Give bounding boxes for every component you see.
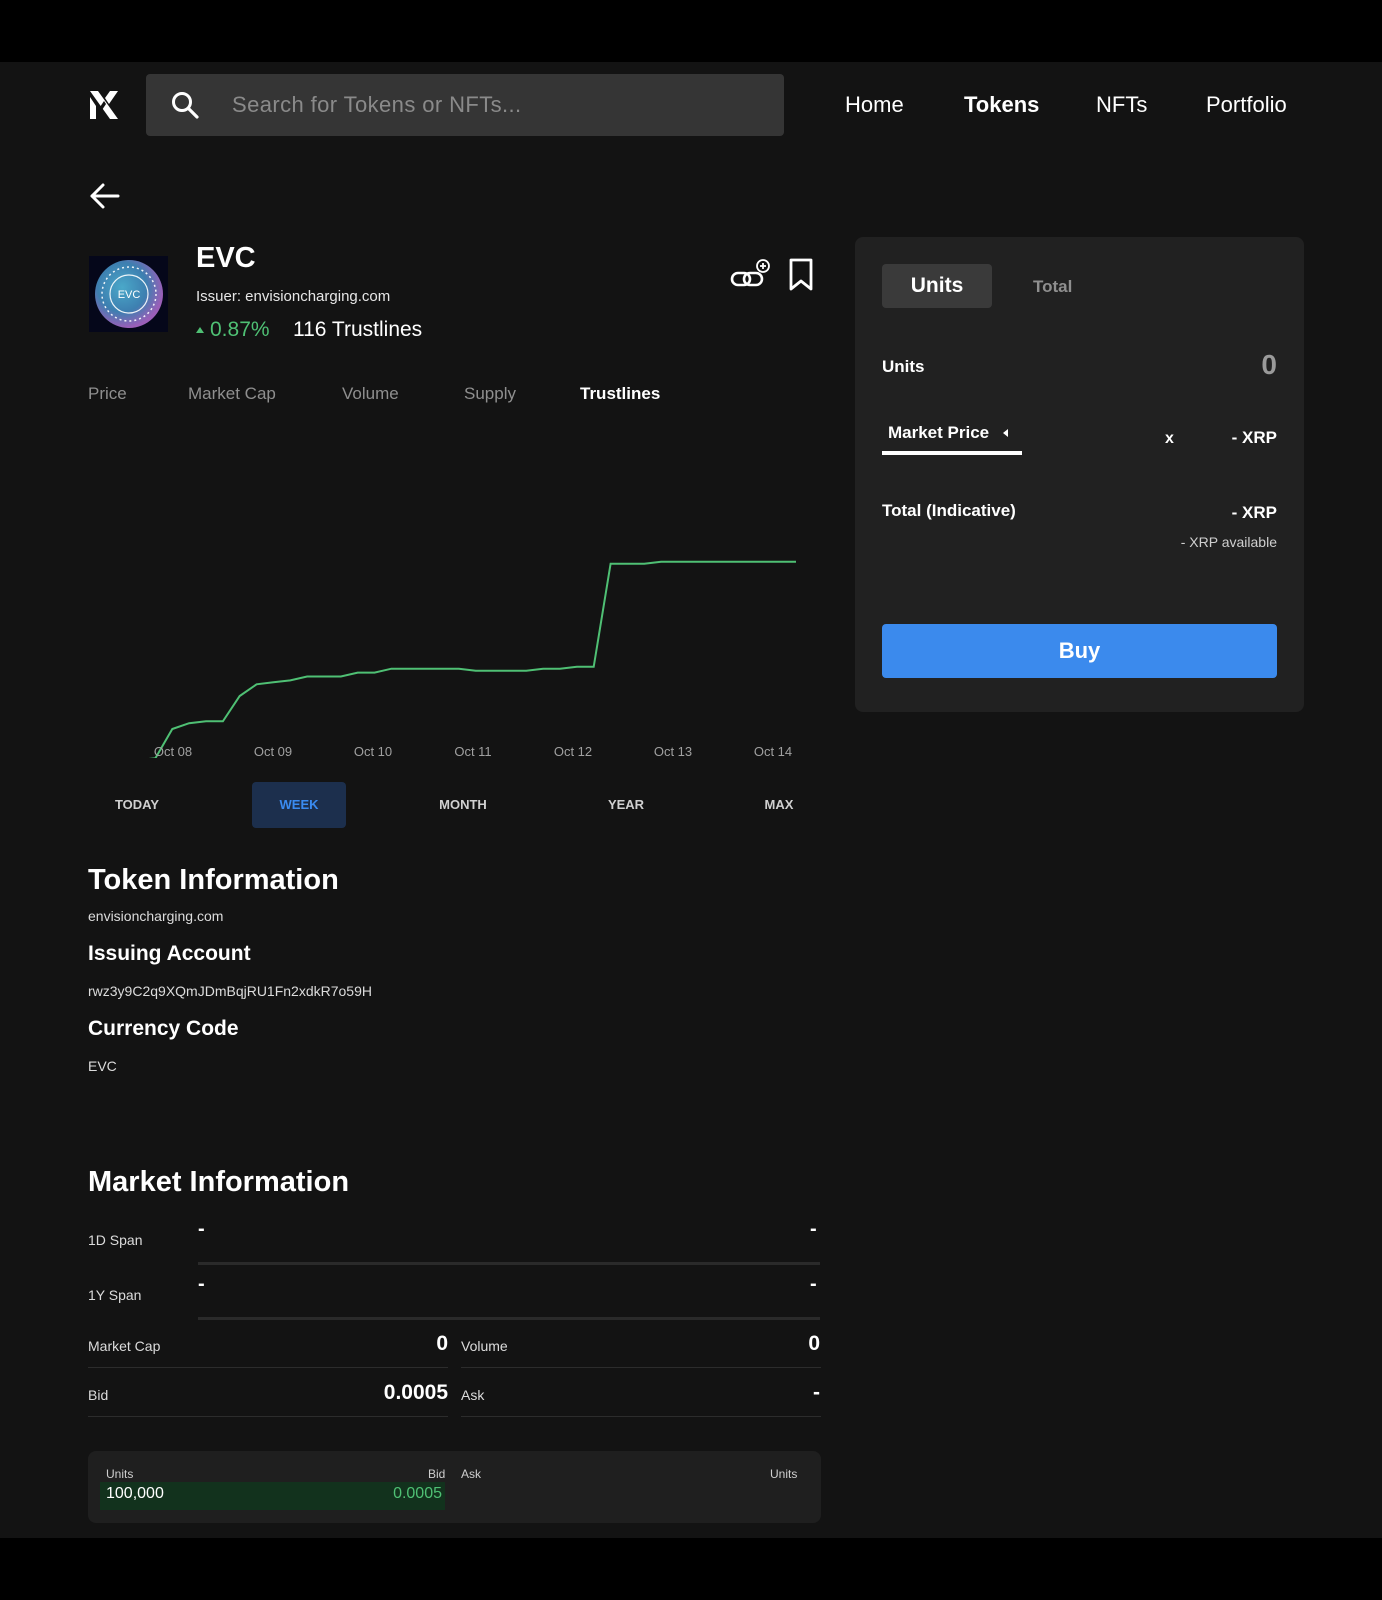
app-window: Home Tokens NFTs Portfolio EVC EVC Issue… — [0, 62, 1382, 1538]
market-price-label: Market Price — [888, 423, 990, 442]
multiply-sign: x — [1165, 430, 1174, 447]
range-max-button[interactable]: MAX — [752, 782, 806, 828]
units-label: Units — [882, 357, 925, 376]
ask-value: - — [813, 1381, 820, 1404]
logo-icon[interactable] — [88, 89, 120, 121]
caret-left-icon — [1003, 429, 1009, 437]
token-domain: envisioncharging.com — [88, 908, 224, 924]
nav-home[interactable]: Home — [845, 92, 904, 118]
x-tick-label: Oct 10 — [353, 744, 393, 759]
token-logo-text: EVC — [117, 289, 140, 301]
x-tick-label: Oct 08 — [153, 744, 193, 759]
range-today-button[interactable]: TODAY — [100, 782, 174, 828]
market-cap-label: Market Cap — [88, 1338, 161, 1354]
market-info-title: Market Information — [88, 1166, 350, 1198]
total-xrp: - XRP — [1231, 503, 1277, 522]
trustlines-chart — [148, 560, 796, 758]
span-1y-high: - — [810, 1273, 817, 1295]
search-icon — [172, 92, 199, 119]
tab-total[interactable]: Total — [1033, 277, 1072, 297]
order-book-ask-header: Ask — [461, 1467, 482, 1481]
divider — [461, 1416, 821, 1417]
span-1d-low: - — [198, 1218, 205, 1240]
search-input[interactable] — [232, 92, 752, 118]
volume-label: Volume — [461, 1338, 508, 1354]
x-tick-label: Oct 09 — [253, 744, 293, 759]
back-arrow-icon[interactable] — [88, 180, 120, 212]
nav-tokens[interactable]: Tokens — [964, 92, 1039, 118]
volume-value: 0 — [808, 1332, 820, 1355]
nav-nfts[interactable]: NFTs — [1096, 92, 1147, 118]
divider — [88, 1416, 448, 1417]
bookmark-icon[interactable] — [788, 258, 814, 292]
order-book-bid-header: Bid — [428, 1467, 446, 1481]
range-year-button[interactable]: YEAR — [596, 782, 656, 828]
tab-units[interactable]: Units — [882, 264, 992, 308]
xrp-available: - XRP available — [1180, 534, 1277, 550]
divider — [88, 1367, 448, 1368]
up-triangle-icon — [196, 327, 204, 333]
issuing-account-value: rwz3y9C2q9XQmJDmBqjRU1Fn2xdkR7o59H — [88, 983, 372, 999]
price-change: 0.87% — [196, 318, 270, 342]
span-1y-label: 1Y Span — [88, 1287, 142, 1303]
tab-price[interactable]: Price — [88, 384, 127, 404]
range-week-button[interactable]: WEEK — [252, 782, 346, 828]
order-book-units-header: Units — [106, 1467, 134, 1481]
issuing-account-label: Issuing Account — [88, 942, 251, 965]
currency-code-value: EVC — [88, 1058, 117, 1074]
nav-portfolio[interactable]: Portfolio — [1206, 92, 1287, 118]
x-tick-label: Oct 14 — [753, 744, 793, 759]
market-price-dropdown[interactable]: Market Price — [882, 423, 1022, 455]
add-link-icon[interactable] — [730, 258, 772, 294]
currency-code-label: Currency Code — [88, 1017, 239, 1040]
chart-series-line — [148, 560, 796, 758]
bid-label: Bid — [88, 1387, 109, 1403]
token-issuer: Issuer: envisioncharging.com — [196, 288, 391, 305]
order-book: Units Bid Ask Units 100,000 0.0005 — [88, 1451, 821, 1523]
tab-market-cap[interactable]: Market Cap — [188, 384, 276, 404]
price-xrp: - XRP — [1231, 428, 1277, 447]
tab-volume[interactable]: Volume — [342, 384, 399, 404]
price-change-value: 0.87% — [210, 318, 270, 341]
token-logo-icon: EVC — [94, 260, 163, 328]
span-1d-high: - — [810, 1218, 817, 1240]
ask-label: Ask — [461, 1387, 485, 1403]
buy-button[interactable]: Buy — [882, 624, 1277, 678]
trustlines-count: 116 Trustlines — [293, 318, 423, 341]
tab-supply[interactable]: Supply — [464, 384, 516, 404]
token-logo: EVC — [89, 256, 168, 332]
order-book-bid-units: 100,000 — [106, 1485, 164, 1502]
order-book-units-header-right: Units — [770, 1467, 798, 1481]
x-tick-label: Oct 11 — [454, 744, 492, 759]
span-1d-label: 1D Span — [88, 1232, 143, 1248]
token-info-title: Token Information — [88, 864, 339, 896]
range-month-button[interactable]: MONTH — [428, 782, 498, 828]
search-bar[interactable] — [146, 74, 784, 136]
tab-trustlines[interactable]: Trustlines — [580, 384, 660, 404]
order-panel: Units Total Units 0 Market Price x - XRP… — [855, 237, 1304, 712]
x-tick-label: Oct 12 — [553, 744, 593, 759]
divider — [461, 1367, 821, 1368]
span-1y-bar — [198, 1317, 820, 1320]
units-input[interactable]: 0 — [1261, 349, 1277, 381]
market-cap-value: 0 — [436, 1332, 448, 1355]
order-book-bid-price: 0.0005 — [393, 1485, 442, 1502]
span-1d-bar — [198, 1262, 820, 1265]
bid-value: 0.0005 — [383, 1381, 448, 1404]
token-name: EVC — [196, 242, 256, 274]
span-1y-low: - — [198, 1273, 205, 1295]
total-indicative-label: Total (Indicative) — [882, 501, 1016, 520]
x-tick-label: Oct 13 — [653, 744, 693, 759]
